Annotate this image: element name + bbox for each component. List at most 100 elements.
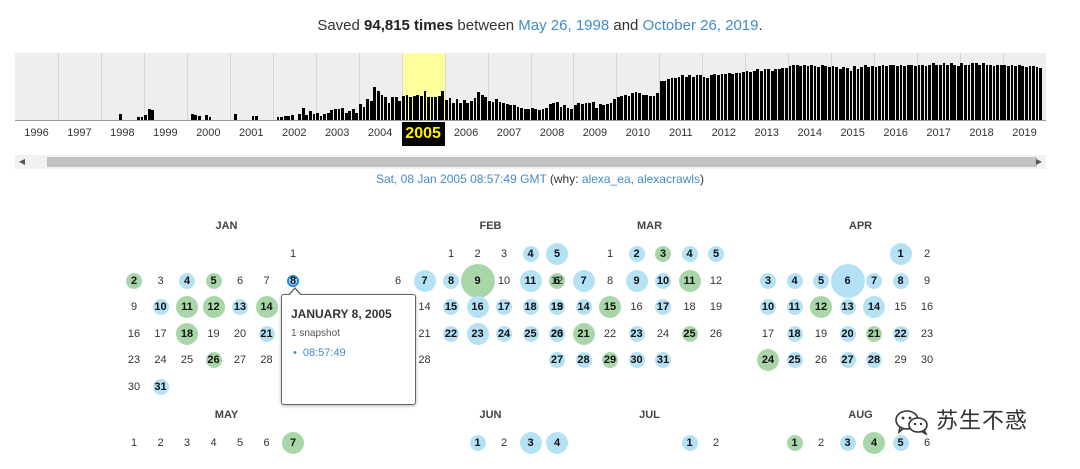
histogram-bar[interactable] — [760, 70, 763, 121]
histogram-bar[interactable] — [462, 100, 466, 121]
histogram-bar[interactable] — [810, 64, 813, 121]
histogram-bar[interactable] — [960, 63, 964, 121]
calendar-day-snapshot[interactable]: 25 — [782, 347, 808, 373]
calendar-day-snapshot[interactable]: 7 — [280, 430, 306, 456]
histogram-bar[interactable] — [910, 64, 914, 121]
histogram-bar[interactable] — [888, 64, 892, 121]
histogram-bar[interactable] — [978, 64, 982, 121]
calendar-day-snapshot[interactable]: 15 — [597, 294, 623, 320]
year-label-1999[interactable]: 1999 — [144, 122, 187, 146]
histogram-bar[interactable] — [913, 65, 917, 121]
calendar-day-snapshot[interactable]: 17 — [650, 294, 676, 320]
calendar-day-snapshot[interactable]: 10 — [148, 294, 174, 320]
histogram-bar[interactable] — [441, 91, 445, 121]
calendar-day-snapshot[interactable]: 28 — [861, 347, 887, 373]
histogram-bar[interactable] — [756, 69, 760, 121]
histogram-bar[interactable] — [623, 94, 627, 121]
histogram-bar[interactable] — [709, 75, 713, 121]
calendar-day-snapshot[interactable]: 4 — [544, 430, 570, 456]
calendar-day-snapshot[interactable]: 23 — [624, 321, 650, 347]
calendar-day-snapshot[interactable]: 1 — [465, 430, 491, 456]
histogram-bar[interactable] — [849, 70, 853, 121]
histogram-bar[interactable] — [1024, 67, 1028, 121]
histogram-bar[interactable] — [813, 65, 817, 121]
histogram-bar[interactable] — [555, 101, 559, 121]
calendar-day-snapshot[interactable]: 28 — [571, 347, 597, 373]
histogram-bar[interactable] — [985, 64, 989, 121]
histogram-bar[interactable] — [505, 104, 509, 121]
histogram-bar[interactable] — [613, 99, 616, 121]
year-label-2019[interactable]: 2019 — [1003, 122, 1046, 146]
calendar-day-snapshot[interactable]: 17 — [491, 294, 517, 320]
histogram-bar[interactable] — [695, 75, 699, 121]
histogram-bar[interactable] — [892, 64, 896, 121]
year-label-2006[interactable]: 2006 — [445, 122, 488, 146]
histogram-bar[interactable] — [713, 74, 717, 121]
histogram-bar[interactable] — [466, 103, 470, 121]
capture-timestamp-link[interactable]: Sat, 08 Jan 2005 08:57:49 GMT — [376, 172, 547, 186]
calendar-day-snapshot[interactable]: 3 — [650, 241, 676, 267]
histogram-bar[interactable] — [799, 65, 803, 121]
histogram-bar[interactable] — [1021, 65, 1025, 121]
calendar-day-snapshot[interactable]: 24 — [491, 321, 517, 347]
calendar-day-snapshot[interactable]: 13 — [544, 294, 570, 320]
calendar-day-snapshot[interactable]: 10 — [650, 268, 676, 294]
histogram-bar[interactable] — [974, 63, 978, 121]
calendar-day-snapshot[interactable]: 1 — [677, 430, 703, 456]
histogram-bar[interactable] — [981, 63, 985, 121]
histogram-bar[interactable] — [652, 95, 656, 121]
histogram-bar[interactable] — [1010, 64, 1014, 121]
histogram-bar[interactable] — [724, 74, 727, 121]
histogram-bar[interactable] — [573, 105, 577, 121]
histogram-bar[interactable] — [405, 94, 409, 121]
histogram-bar[interactable] — [634, 92, 638, 121]
calendar-day-snapshot[interactable]: 13 — [227, 294, 253, 320]
histogram-bar[interactable] — [674, 77, 677, 121]
year-label-2012[interactable]: 2012 — [702, 122, 745, 146]
histogram-bar[interactable] — [398, 100, 402, 121]
histogram-bar[interactable] — [577, 103, 581, 121]
calendar-day-snapshot[interactable]: 6 — [830, 263, 865, 298]
histogram-bar[interactable] — [1032, 65, 1035, 121]
histogram-bar[interactable] — [996, 64, 1000, 121]
year-label-2005[interactable]: 2005 — [401, 122, 445, 146]
year-label-2013[interactable]: 2013 — [745, 122, 788, 146]
histogram-bar[interactable] — [931, 63, 935, 121]
histogram-bar[interactable] — [720, 74, 724, 121]
histogram-bar[interactable] — [702, 76, 706, 121]
histogram-bar[interactable] — [1003, 64, 1007, 121]
calendar-day-snapshot[interactable]: 5 — [703, 241, 729, 267]
histogram-bar[interactable] — [699, 75, 702, 121]
calendar-day-snapshot[interactable]: 21 — [571, 321, 597, 347]
histogram-bar[interactable] — [935, 64, 939, 121]
histogram-bar[interactable] — [989, 64, 992, 121]
histogram-bar[interactable] — [971, 63, 974, 121]
histogram-bar[interactable] — [949, 63, 953, 121]
histogram-bar[interactable] — [666, 79, 670, 121]
histogram-bar[interactable] — [380, 94, 384, 121]
last-capture-link[interactable]: October 26, 2019 — [643, 17, 759, 34]
histogram-bar[interactable] — [487, 100, 491, 121]
calendar-day-snapshot[interactable]: 27 — [544, 347, 570, 373]
calendar-day-snapshot[interactable]: 9 — [624, 268, 650, 294]
histogram-bar[interactable] — [484, 97, 488, 121]
histogram-bar[interactable] — [620, 95, 624, 121]
calendar-day-snapshot[interactable]: 21 — [861, 321, 887, 347]
year-label-2001[interactable]: 2001 — [230, 122, 273, 146]
year-label-2008[interactable]: 2008 — [530, 122, 573, 146]
histogram-bar[interactable] — [638, 93, 642, 121]
calendar-day-snapshot[interactable]: 7 — [412, 268, 438, 294]
calendar-day-snapshot[interactable]: 31 — [650, 347, 676, 373]
calendar-day-snapshot[interactable]: 14 — [861, 294, 887, 320]
histogram-bar[interactable] — [495, 99, 498, 121]
calendar-day-snapshot[interactable]: 11 — [518, 268, 544, 294]
histogram-bar[interactable] — [781, 68, 785, 121]
calendar-day-snapshot[interactable]: 4 — [174, 268, 200, 294]
histogram-bar[interactable] — [606, 104, 609, 121]
histogram-bar[interactable] — [942, 63, 946, 121]
histogram-bar[interactable] — [477, 92, 480, 121]
histogram-bar[interactable] — [1014, 65, 1017, 121]
histogram-bar[interactable] — [473, 98, 477, 121]
histogram-bar[interactable] — [581, 104, 584, 121]
histogram-bar[interactable] — [788, 65, 792, 121]
